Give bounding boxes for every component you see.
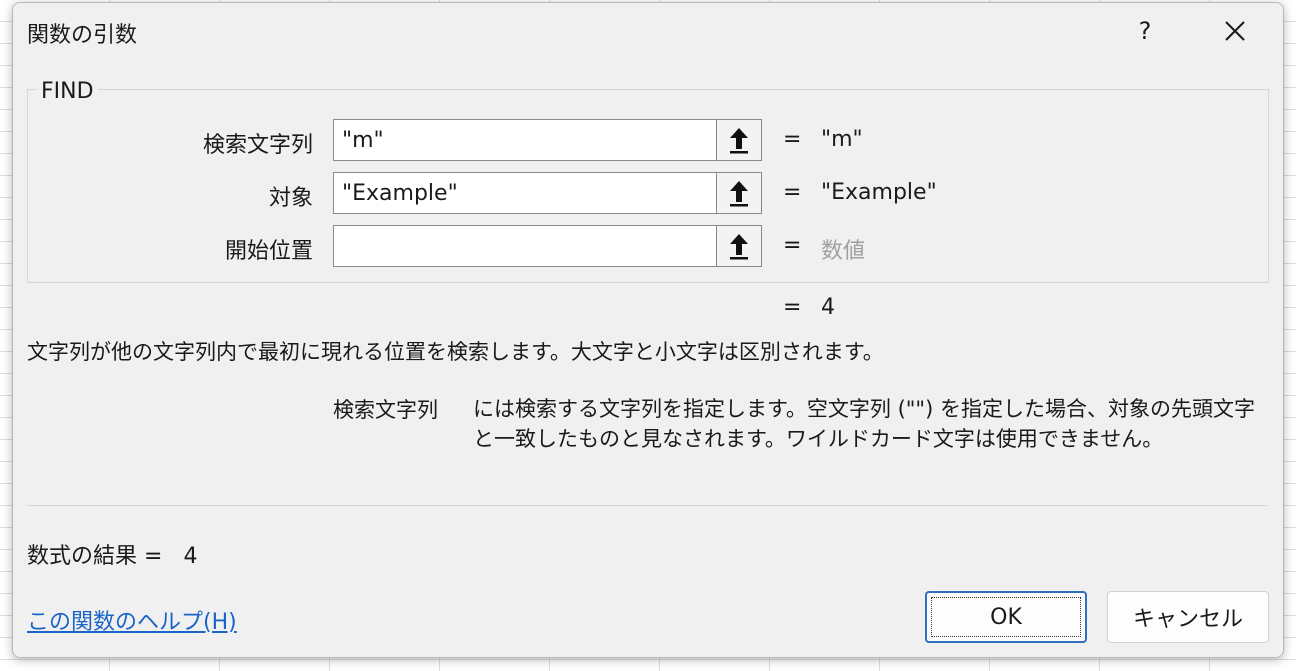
formula-result-label: 数式の結果 = (27, 544, 163, 569)
ok-button-label: OK (990, 604, 1022, 630)
arg-value-start-num: 数値 (821, 239, 866, 264)
argument-help-text: には検索する文字列を指定します。空文字列 ("") を指定した場合、対象の先頭文… (473, 397, 1255, 451)
arg-input-within-text[interactable] (333, 172, 716, 214)
arg-equals-find-text: = (783, 127, 802, 152)
collapse-button-within-text[interactable] (716, 172, 762, 214)
arg-value-within-text: "Example" (821, 180, 937, 205)
formula-result: 数式の結果 = 4 (27, 538, 197, 570)
cancel-button-label: キャンセル (1132, 607, 1243, 632)
function-arguments-dialog: 関数の引数 ? FIND 検索文字列 = "m" 対象 = "Example" … (12, 2, 1284, 658)
close-button[interactable] (1215, 11, 1255, 51)
function-description: 文字列が他の文字列内で最初に現れる位置を検索します。大文字と小文字は区別されます… (27, 340, 884, 364)
collapse-arrow-icon (730, 181, 748, 207)
cancel-button[interactable]: キャンセル (1107, 591, 1269, 643)
collapse-arrow-icon (730, 234, 748, 260)
arg-input-find-text[interactable] (333, 119, 716, 161)
dialog-title: 関数の引数 (27, 23, 138, 48)
arg-value-find-text: "m" (821, 127, 863, 152)
function-name: FIND (37, 79, 98, 104)
help-button[interactable]: ? (1127, 11, 1163, 51)
ok-button[interactable]: OK (925, 591, 1087, 643)
formula-result-value: 4 (183, 544, 198, 569)
collapse-button-start-num[interactable] (716, 225, 762, 267)
section-divider (27, 505, 1267, 506)
arg-equals-within-text: = (783, 180, 802, 205)
function-result-value: 4 (821, 295, 835, 320)
arg-label-within-text: 対象 (268, 186, 313, 211)
function-result-equals: = (783, 295, 802, 320)
close-x-icon (1225, 21, 1245, 41)
collapse-arrow-icon (730, 128, 748, 154)
arg-label-start-num: 開始位置 (224, 239, 313, 264)
collapse-button-find-text[interactable] (716, 119, 762, 161)
arg-label-find-text: 検索文字列 (202, 133, 313, 158)
arg-input-start-num[interactable] (333, 225, 716, 267)
argument-help-name: 検索文字列 (333, 398, 438, 422)
arg-equals-start-num: = (783, 233, 802, 258)
function-help-link[interactable]: この関数のヘルプ(H) (27, 604, 237, 636)
